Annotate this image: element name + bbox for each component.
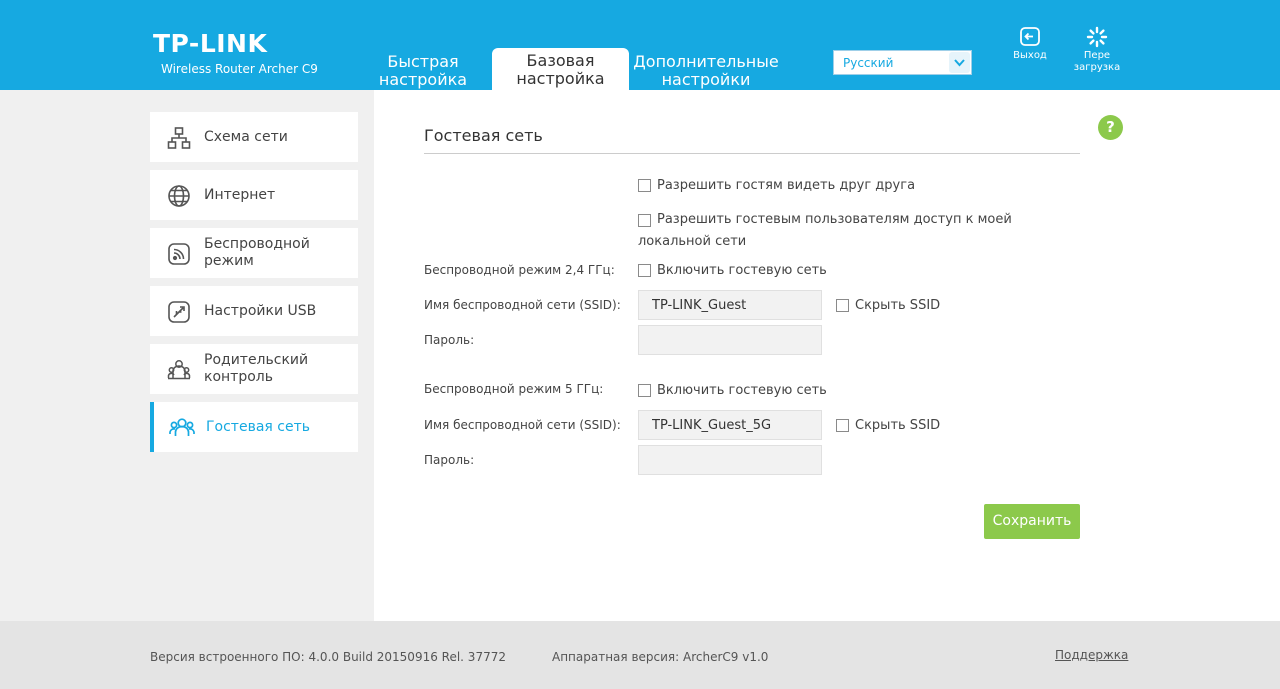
band24-enable-checkbox[interactable]	[638, 264, 651, 277]
sidebar-item-label: Интернет	[204, 187, 276, 203]
allow-see-each-other-label: Разрешить гостям видеть друг друга	[657, 178, 916, 193]
chevron-down-icon	[949, 52, 970, 73]
language-value: Русский	[843, 56, 894, 70]
logout-button[interactable]: Выход	[1010, 26, 1050, 62]
sidebar-item-label-line1: Родительский	[204, 352, 309, 368]
tab-label-line2: настройки	[661, 70, 751, 89]
band5-enable-checkbox[interactable]	[638, 384, 651, 397]
band24-hide-ssid-label: Скрыть SSID	[855, 298, 941, 313]
sidebar-item-label: Гостевая сеть	[206, 419, 310, 435]
tab-label-line1: Базовая	[526, 51, 595, 70]
reboot-button[interactable]: Пере загрузка	[1070, 26, 1124, 74]
band24-ssid-input[interactable]	[638, 290, 822, 320]
band5-enable-label: Включить гостевую сеть	[657, 383, 827, 398]
help-icon[interactable]: ?	[1098, 115, 1123, 140]
globe-icon	[167, 184, 191, 208]
title-divider	[424, 153, 1080, 154]
parental-control-icon	[167, 358, 191, 382]
band5-label: Беспроводной режим 5 ГГц:	[424, 382, 604, 396]
tab-quick-setup[interactable]: Быстрая настройка	[372, 48, 474, 90]
sidebar-item-label-line2: режим	[204, 253, 254, 269]
guest-network-icon	[169, 416, 195, 440]
footer: Версия встроенного ПО: 4.0.0 Build 20150…	[0, 621, 1280, 689]
wireless-icon	[167, 242, 191, 266]
logout-label: Выход	[1013, 50, 1047, 61]
band5-hide-ssid-checkbox[interactable]	[836, 419, 849, 432]
model-subtitle: Wireless Router Archer C9	[161, 62, 318, 76]
band5-hide-ssid-label: Скрыть SSID	[855, 418, 941, 433]
page-title: Гостевая сеть	[424, 126, 543, 145]
sidebar-item-network-map[interactable]: Схема сети	[150, 112, 358, 162]
sidebar-item-label-line1: Беспроводной	[204, 236, 310, 252]
sidebar-item-guest-network[interactable]: Гостевая сеть	[150, 402, 358, 452]
sidebar-item-internet[interactable]: Интернет	[150, 170, 358, 220]
hardware-version: Аппаратная версия: ArcherC9 v1.0	[552, 650, 769, 664]
language-select[interactable]: Русский	[833, 50, 972, 75]
logout-icon	[1010, 26, 1050, 48]
band5-password-label: Пароль:	[424, 453, 475, 467]
tab-advanced-setup[interactable]: Дополнительные настройки	[632, 48, 780, 90]
sidebar-item-label: Родительский контроль	[204, 352, 308, 386]
tab-label-line2: настройка	[516, 69, 605, 88]
band24-hide-ssid-checkbox[interactable]	[836, 299, 849, 312]
tab-basic-setup[interactable]: Базовая настройка	[492, 48, 629, 90]
usb-icon	[167, 300, 191, 324]
tab-label-line1: Быстрая	[387, 52, 459, 71]
sidebar-item-parental-control[interactable]: Родительский контроль	[150, 344, 358, 394]
band24-label: Беспроводной режим 2,4 ГГц:	[424, 263, 615, 277]
sidebar-item-label-line2: контроль	[204, 369, 273, 385]
tab-label-line2: настройка	[378, 70, 468, 89]
band5-ssid-input[interactable]	[638, 410, 822, 440]
band5-password-input[interactable]	[638, 445, 822, 475]
band24-password-label: Пароль:	[424, 333, 475, 347]
band24-password-input[interactable]	[638, 325, 822, 355]
allow-see-each-other-checkbox[interactable]	[638, 179, 651, 192]
sidebar-item-label: Настройки USB	[204, 303, 317, 319]
firmware-version: Версия встроенного ПО: 4.0.0 Build 20150…	[150, 650, 506, 664]
reboot-label-line2: загрузка	[1073, 62, 1121, 73]
band24-enable-label: Включить гостевую сеть	[657, 263, 827, 278]
sidebar-item-usb[interactable]: Настройки USB	[150, 286, 358, 336]
network-map-icon	[167, 126, 191, 150]
tab-label-line1: Дополнительные	[633, 52, 779, 71]
header-bar: TP-LINK Wireless Router Archer C9 Быстра…	[0, 0, 1280, 90]
reboot-label-line1: Пере	[1083, 50, 1111, 61]
band24-ssid-label: Имя беспроводной сети (SSID):	[424, 298, 621, 312]
support-link[interactable]: Поддержка	[1055, 648, 1128, 662]
band5-ssid-label: Имя беспроводной сети (SSID):	[424, 418, 621, 432]
allow-local-access-label: Разрешить гостевым пользователям доступ …	[638, 212, 1012, 249]
save-button[interactable]: Сохранить	[984, 504, 1080, 539]
sidebar-item-wireless[interactable]: Беспроводной режим	[150, 228, 358, 278]
sidebar-item-label: Схема сети	[204, 129, 288, 145]
tp-link-logo: TP-LINK	[153, 29, 268, 58]
reboot-icon	[1070, 26, 1124, 48]
sidebar-item-label: Беспроводной режим	[204, 236, 310, 270]
